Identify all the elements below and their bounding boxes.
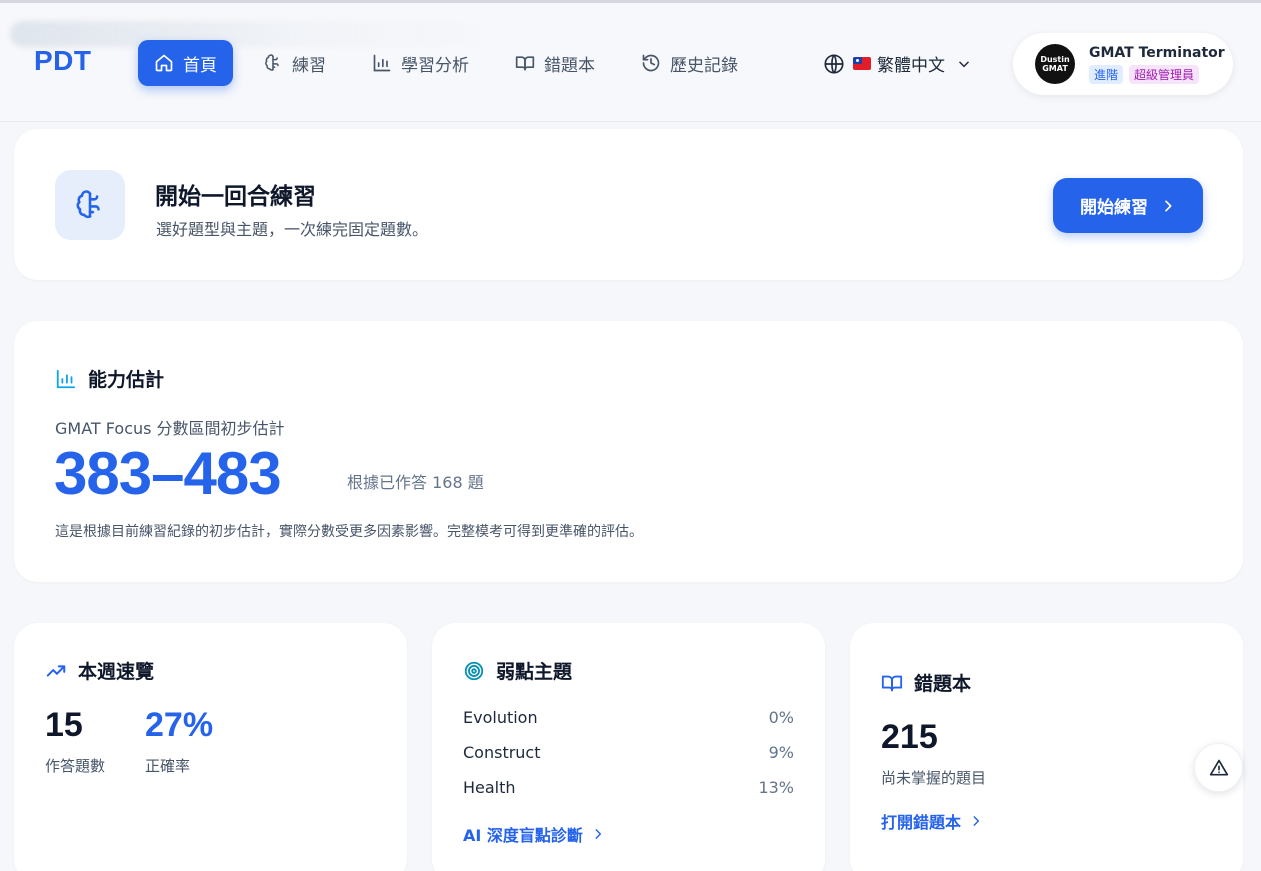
weekly-overview-title-text: 本週速覽 <box>78 661 155 683</box>
trending-up-icon <box>46 664 66 677</box>
nav-item-label: 首頁 <box>183 55 217 76</box>
unmastered-count-label: 尚未掌握的題目 <box>881 769 987 787</box>
nav-item-wrongbook[interactable]: 錯題本 <box>499 40 611 86</box>
open-wrong-book-link-label: 打開錯題本 <box>881 813 962 832</box>
language-selector[interactable]: 繁體中文 <box>823 51 971 76</box>
score-basis-note: 根據已作答 168 題 <box>347 473 484 492</box>
language-label: 繁體中文 <box>877 56 945 76</box>
weekly-overview-card: 本週速覽 15 作答題數 27% 正確率 <box>14 623 407 871</box>
feedback-warning-button[interactable] <box>1194 743 1243 792</box>
weak-topics-title-text: 弱點主題 <box>496 661 573 683</box>
nav-item-history[interactable]: 歷史記錄 <box>625 40 754 86</box>
history-icon <box>642 54 660 72</box>
start-practice-title: 開始一回合練習 <box>155 184 316 210</box>
start-practice-subtitle: 選好題型與主題，一次練完固定題數。 <box>156 220 429 239</box>
nav-item-label: 練習 <box>292 55 326 76</box>
taiwan-flag-icon <box>853 57 871 70</box>
accuracy-rate-label: 正確率 <box>145 757 191 775</box>
book-open-icon <box>515 56 535 71</box>
chevron-down-icon <box>959 61 969 67</box>
topic-name: Evolution <box>463 708 538 727</box>
target-icon <box>464 661 484 680</box>
globe-icon <box>824 53 844 74</box>
alert-triangle-icon <box>1209 759 1228 775</box>
list-item[interactable]: Construct 9% <box>463 743 794 762</box>
ability-title-text: 能力估計 <box>88 369 165 391</box>
start-practice-button-label: 開始練習 <box>1080 198 1148 218</box>
unmastered-count: 215 <box>881 718 938 756</box>
start-practice-card: 開始一回合練習 選好題型與主題，一次練完固定題數。 開始練習 <box>14 129 1243 280</box>
wrong-book-card: 錯題本 215 尚未掌握的題目 打開錯題本 <box>850 623 1243 871</box>
wrong-book-title-text: 錯題本 <box>914 673 972 695</box>
bar-chart-icon <box>56 369 76 388</box>
ability-title: 能力估計 <box>55 365 164 392</box>
book-open-icon <box>881 675 903 691</box>
list-item[interactable]: Health 13% <box>463 778 794 797</box>
user-menu[interactable]: Dustin GMAT GMAT Terminator 進階 超級管理員 <box>1013 33 1233 95</box>
nav-item-label: 歷史記錄 <box>670 55 738 76</box>
weekly-overview-title: 本週速覽 <box>45 657 154 684</box>
ability-description: 這是根據目前練習紀錄的初步估計，實際分數受更多因素影響。完整模考可得到更準確的評… <box>55 524 643 540</box>
chevron-right-icon <box>1165 200 1172 211</box>
answered-count-label: 作答題數 <box>45 757 106 775</box>
topic-accuracy: 13% <box>758 778 794 797</box>
nav-item-home[interactable]: 首頁 <box>138 40 233 86</box>
topic-name: Construct <box>463 743 541 762</box>
score-range-value: 383–483 <box>54 440 282 507</box>
nav-item-label: 錯題本 <box>544 55 595 76</box>
user-info: GMAT Terminator 進階 超級管理員 <box>1089 45 1225 84</box>
level-badge: 進階 <box>1089 64 1124 84</box>
ai-diagnosis-link-label: AI 深度盲點診斷 <box>463 826 583 845</box>
chevron-right-icon <box>973 816 980 826</box>
weak-topics-card: 弱點主題 Evolution 0% Construct 9% Health 13… <box>432 623 825 871</box>
chevron-right-icon <box>595 829 601 839</box>
ai-diagnosis-link[interactable]: AI 深度盲點診斷 <box>463 822 605 846</box>
start-practice-button[interactable]: 開始練習 <box>1053 178 1203 233</box>
topic-accuracy: 0% <box>768 708 794 727</box>
user-badges: 進階 超級管理員 <box>1089 64 1225 84</box>
avatar-text-line1: Dustin <box>1040 55 1070 64</box>
topic-name: Health <box>463 778 516 797</box>
open-wrong-book-link[interactable]: 打開錯題本 <box>881 809 983 833</box>
main-nav: 首頁 練習 學習分析 錯題本 歷史記錄 <box>138 39 768 87</box>
home-icon <box>155 54 173 72</box>
nav-item-analytics[interactable]: 學習分析 <box>356 40 485 86</box>
role-badge: 超級管理員 <box>1129 64 1200 84</box>
brain-icon <box>265 54 279 71</box>
wrong-book-title: 錯題本 <box>881 669 971 696</box>
answered-count: 15 <box>45 706 83 744</box>
topic-accuracy: 9% <box>768 743 794 762</box>
list-item[interactable]: Evolution 0% <box>463 708 794 727</box>
nav-item-practice[interactable]: 練習 <box>247 40 342 86</box>
avatar: Dustin GMAT <box>1035 44 1075 84</box>
accuracy-rate: 27% <box>145 706 214 744</box>
nav-item-label: 學習分析 <box>401 55 469 76</box>
score-range-label: GMAT Focus 分數區間初步估計 <box>55 419 285 438</box>
weak-topics-title: 弱點主題 <box>463 657 572 684</box>
brain-icon <box>76 190 100 219</box>
bar-chart-icon <box>373 54 391 72</box>
ability-estimate-card: 能力估計 GMAT Focus 分數區間初步估計 383–483 根據已作答 1… <box>14 321 1243 582</box>
start-practice-icon-tile <box>55 170 125 240</box>
user-name: GMAT Terminator <box>1089 44 1225 61</box>
app-logo[interactable]: PDT <box>34 45 92 77</box>
top-header: PDT 首頁 練習 學習分析 錯題本 歷史記錄 繁體中文 Dustin GMAT… <box>0 3 1261 122</box>
avatar-text-line2: GMAT <box>1042 64 1068 73</box>
